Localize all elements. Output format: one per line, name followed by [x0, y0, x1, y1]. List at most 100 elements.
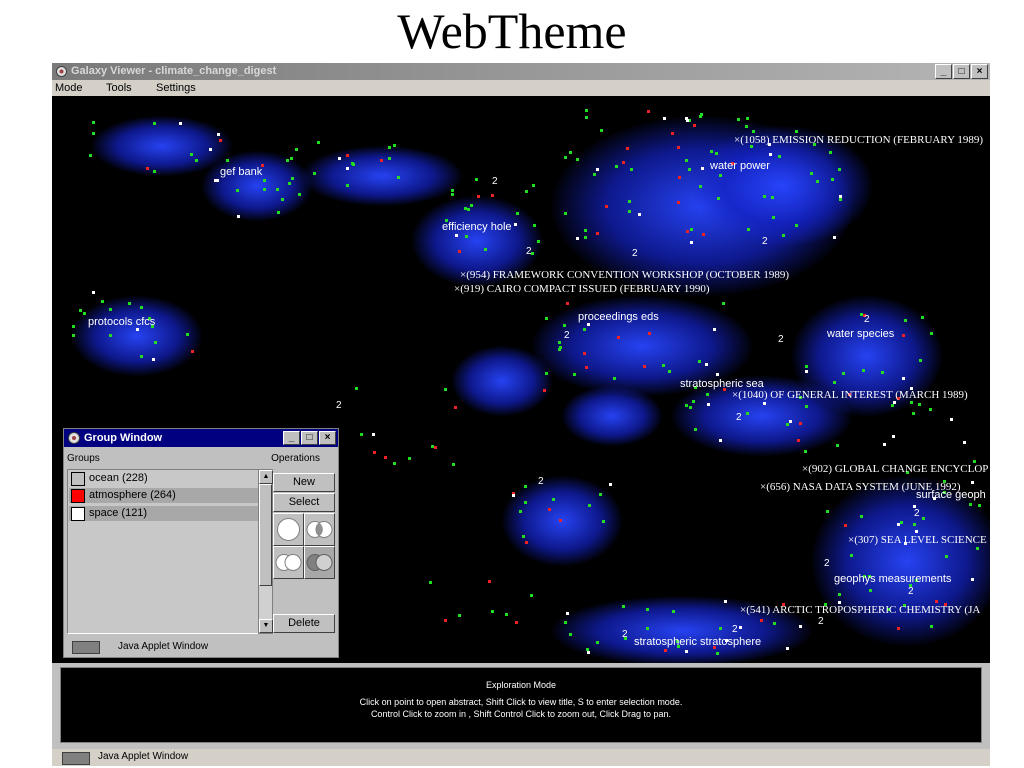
document-point[interactable] [153, 340, 157, 344]
menu-mode[interactable]: Mode [55, 80, 83, 96]
document-point[interactable] [688, 406, 692, 410]
document-point[interactable] [920, 315, 924, 319]
document-point[interactable] [772, 621, 776, 625]
document-point[interactable] [768, 153, 772, 157]
document-point[interactable] [584, 235, 588, 239]
document-point[interactable] [295, 148, 299, 152]
document-point[interactable] [736, 118, 740, 122]
document-point[interactable] [949, 417, 953, 421]
menu-settings[interactable]: Settings [156, 80, 196, 96]
document-point[interactable] [92, 121, 96, 125]
document-point[interactable] [803, 450, 807, 454]
document-point[interactable] [778, 155, 782, 159]
document-point[interactable] [763, 401, 767, 405]
document-point[interactable] [799, 624, 803, 628]
document-point[interactable] [723, 599, 727, 603]
document-point[interactable] [892, 434, 896, 438]
document-point[interactable] [542, 389, 546, 393]
document-point[interactable] [944, 554, 948, 558]
doc-title-919[interactable]: ×(919) CAIRO COMPACT ISSUED (FEBRUARY 19… [454, 283, 710, 295]
document-point[interactable] [744, 125, 748, 129]
document-point[interactable] [975, 546, 979, 550]
document-point[interactable] [563, 323, 567, 327]
document-point[interactable] [668, 369, 672, 373]
document-point[interactable] [338, 156, 341, 160]
document-point[interactable] [558, 345, 562, 349]
document-point[interactable] [566, 302, 570, 306]
document-point[interactable] [782, 234, 786, 238]
document-point[interactable] [839, 198, 843, 202]
document-point[interactable] [721, 302, 725, 306]
document-point[interactable] [829, 151, 833, 155]
document-point[interactable] [491, 609, 495, 613]
document-point[interactable] [290, 157, 294, 161]
document-point[interactable] [786, 647, 790, 651]
groups-scrollbar[interactable]: ▲ ▼ [258, 469, 273, 634]
document-point[interactable] [833, 235, 837, 239]
intersection-operation-icon[interactable] [304, 513, 335, 546]
document-point[interactable] [837, 168, 841, 172]
document-point[interactable] [532, 223, 536, 227]
document-point[interactable] [277, 211, 281, 215]
document-point[interactable] [563, 621, 567, 624]
document-point[interactable] [345, 166, 349, 170]
maximize-button[interactable]: □ [953, 64, 970, 79]
document-point[interactable] [746, 411, 750, 415]
document-point[interactable] [450, 192, 454, 196]
document-point[interactable] [709, 150, 713, 154]
document-point[interactable] [219, 139, 223, 143]
document-point[interactable] [532, 184, 536, 188]
difference-operation-icon[interactable] [304, 546, 335, 579]
document-point[interactable] [626, 147, 630, 151]
document-point[interactable] [903, 319, 907, 323]
document-point[interactable] [443, 618, 447, 622]
document-point[interactable] [434, 446, 438, 450]
union-operation-icon[interactable] [273, 513, 304, 546]
document-point[interactable] [236, 214, 240, 218]
document-point[interactable] [913, 522, 917, 526]
document-point[interactable] [698, 359, 702, 363]
document-point[interactable] [101, 299, 105, 303]
document-point[interactable] [514, 620, 518, 624]
document-point[interactable] [72, 325, 76, 329]
combine-operation-icon[interactable] [273, 546, 304, 579]
document-point[interactable] [454, 234, 458, 238]
document-point[interactable] [962, 440, 966, 444]
document-point[interactable] [621, 604, 625, 608]
document-point[interactable] [547, 508, 551, 512]
document-point[interactable] [559, 518, 563, 522]
document-point[interactable] [82, 312, 86, 316]
document-point[interactable] [216, 132, 220, 136]
document-point[interactable] [746, 116, 750, 120]
document-point[interactable] [109, 334, 113, 338]
document-point[interactable] [662, 116, 666, 120]
document-point[interactable] [388, 146, 392, 150]
document-point[interactable] [373, 450, 377, 454]
document-point[interactable] [564, 211, 568, 215]
document-point[interactable] [647, 110, 651, 114]
document-point[interactable] [751, 129, 755, 133]
document-point[interactable] [582, 351, 586, 355]
document-point[interactable] [706, 402, 710, 406]
groups-list[interactable]: ocean (228) atmosphere (264) space (121) [67, 469, 260, 634]
document-point[interactable] [717, 197, 721, 201]
document-point[interactable] [584, 108, 588, 112]
document-point[interactable] [648, 332, 652, 336]
document-point[interactable] [153, 170, 157, 174]
document-point[interactable] [622, 161, 626, 165]
document-point[interactable] [771, 195, 775, 199]
document-point[interactable] [458, 613, 461, 617]
document-point[interactable] [686, 229, 690, 233]
document-point[interactable] [518, 509, 522, 513]
document-point[interactable] [235, 189, 239, 193]
document-point[interactable] [288, 182, 292, 186]
document-point[interactable] [970, 577, 974, 581]
document-point[interactable] [226, 159, 230, 163]
document-point[interactable] [140, 354, 144, 358]
document-point[interactable] [785, 422, 789, 426]
document-point[interactable] [359, 432, 363, 436]
window-titlebar[interactable]: Galaxy Viewer - climate_change_digest _ … [52, 63, 990, 80]
document-point[interactable] [930, 624, 934, 628]
document-point[interactable] [281, 198, 285, 202]
label-geophys-measurements[interactable]: geophys measurements [834, 573, 951, 585]
